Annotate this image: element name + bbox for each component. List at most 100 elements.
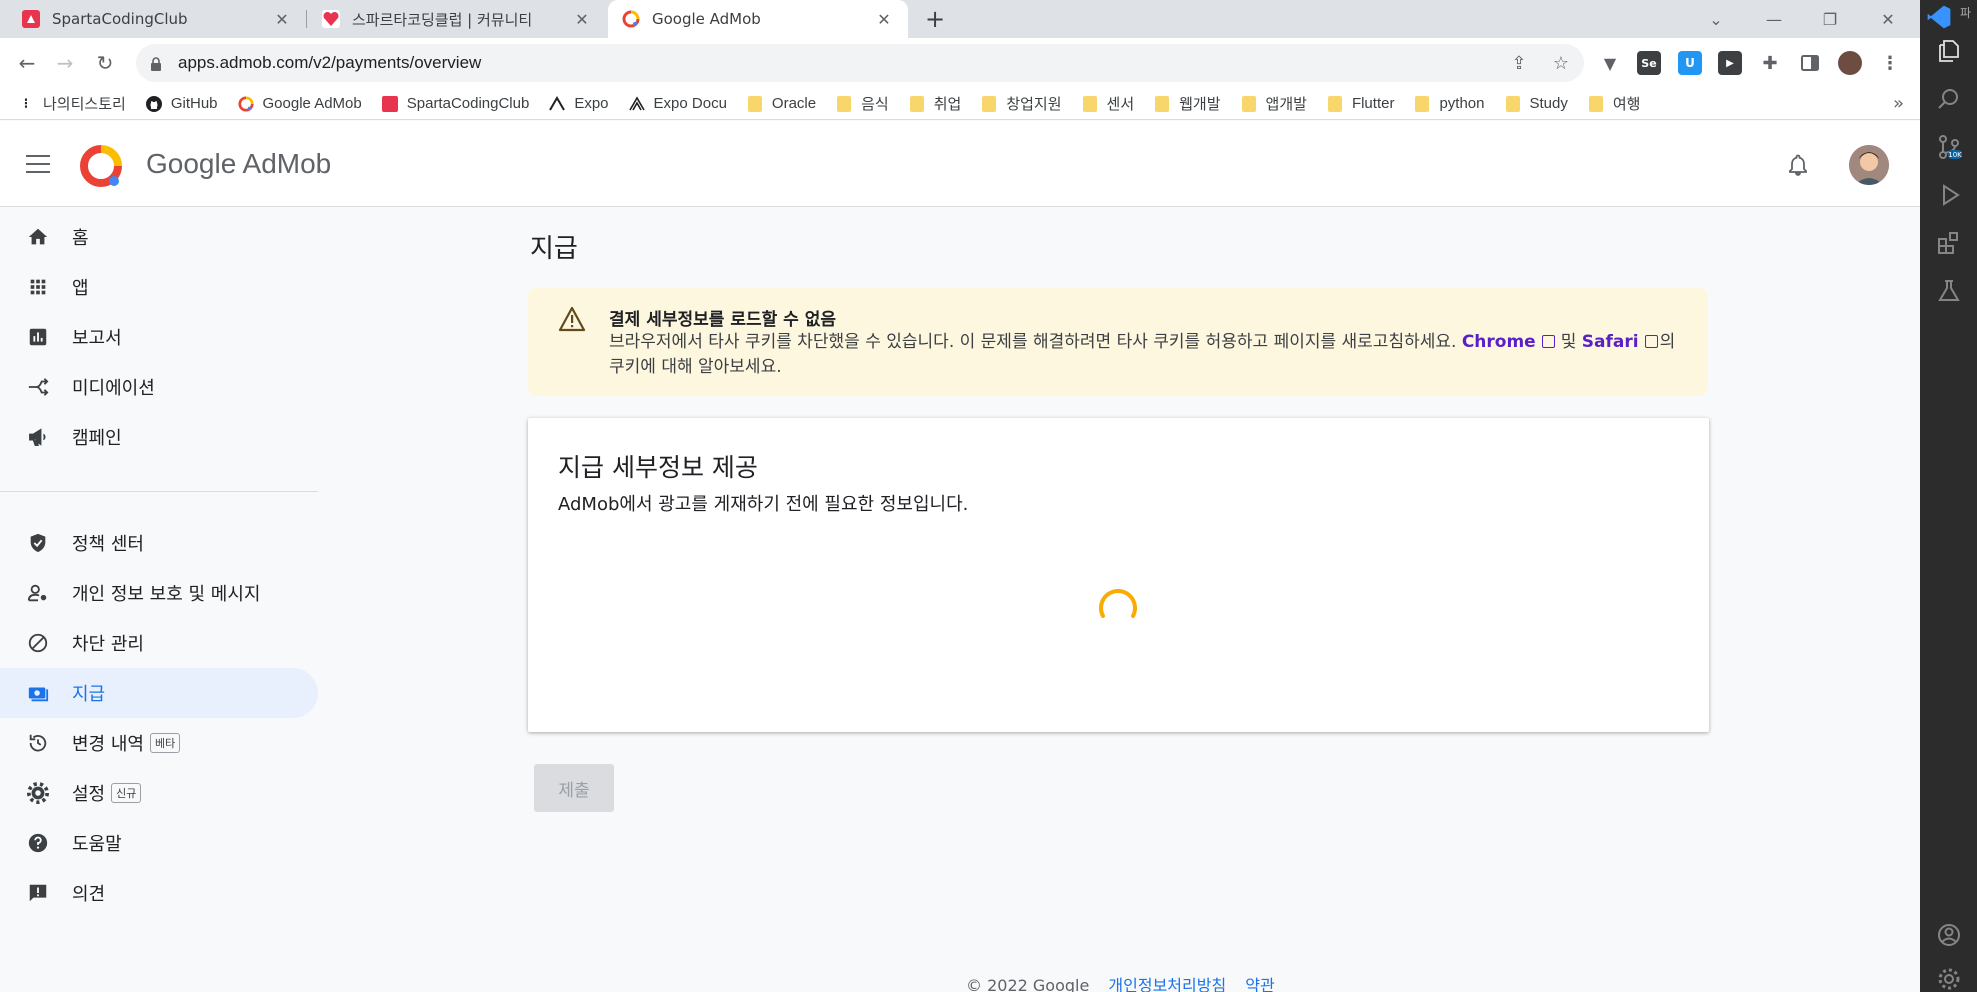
safari-link[interactable]: Safari [1582,332,1639,352]
media-extension-icon[interactable]: ▶ [1718,51,1742,75]
bookmark-folder[interactable]: 웹개발 [1154,93,1221,114]
nav-item-home[interactable]: 홈 [0,212,318,262]
bookmark-folder[interactable]: Oracle [747,95,816,112]
forward-arrow-icon[interactable]: → [48,46,82,80]
person-settings-icon [26,581,50,605]
reload-icon[interactable]: ↻ [88,46,122,80]
nav-item-block[interactable]: 차단 관리 [0,618,318,668]
nav-item-help[interactable]: 도움말 [0,818,318,868]
vuetify-extension-icon[interactable]: ▼ [1598,51,1622,75]
submit-button[interactable]: 제출 [534,764,614,812]
folder-icon [1588,95,1604,112]
extensions-puzzle-icon[interactable]: ✚ [1758,51,1782,75]
bookmark-label: python [1439,95,1485,112]
privacy-link[interactable]: 개인정보처리방침 [1108,976,1226,992]
bookmark-tistory[interactable]: ⁝ 나의티스토리 [18,93,126,114]
notifications-bell-icon[interactable] [1786,153,1810,177]
vscode-activity-bar: 파 10K [1920,0,1977,992]
bookmark-expo[interactable]: Expo [549,95,609,112]
bookmark-label: Expo Docu [653,95,727,112]
browser-tab-strip: SpartaCodingClub ✕ 스파르타코딩클럽 | 커뮤니티 ✕ Goo… [0,0,1920,38]
nav-item-gear[interactable]: 설정 신규 [0,768,318,818]
share-icon[interactable]: ⇪ [1508,52,1530,74]
more-bookmarks-icon[interactable]: » [1893,93,1904,114]
close-tab-icon[interactable]: ✕ [572,9,592,29]
github-icon [145,95,162,112]
bookmark-star-icon[interactable]: ☆ [1550,52,1572,74]
bookmark-expo-docs[interactable]: Expo Docu [628,95,727,112]
block-icon [26,631,50,655]
back-arrow-icon[interactable]: ← [10,46,44,80]
u-extension-icon[interactable]: U [1678,51,1702,75]
testing-flask-icon[interactable] [1936,278,1962,304]
bookmark-label: GitHub [170,95,218,112]
new-tab-button[interactable]: + [920,4,950,34]
sparta-favicon-icon [22,10,40,28]
payments-icon [26,681,50,705]
restore-icon[interactable]: ❐ [1802,0,1858,38]
bookmark-folder[interactable]: python [1414,95,1485,112]
nav-item-apps-grid[interactable]: 앱 [0,262,318,312]
browser-tab-sparta[interactable]: SpartaCodingClub ✕ [0,0,306,38]
home-icon [26,225,50,249]
search-icon[interactable] [1936,86,1962,112]
user-avatar[interactable] [1849,145,1889,185]
close-window-icon[interactable]: ✕ [1860,0,1916,38]
bookmark-label: 여행 [1612,96,1641,113]
side-panel-icon[interactable] [1798,51,1822,75]
bookmark-folder[interactable]: 음식 [836,93,889,114]
bookmark-folder[interactable]: 취업 [909,93,961,114]
mediation-icon [26,375,50,399]
nav-item-bar-chart[interactable]: 보고서 [0,312,318,362]
nav-divider [0,491,318,492]
bookmark-folder[interactable]: 창업지원 [981,93,1062,114]
bookmark-folder[interactable]: 앱개발 [1241,93,1307,114]
bookmark-label: Flutter [1351,95,1395,112]
terms-link[interactable]: 약관 [1245,976,1274,992]
explorer-files-icon[interactable] [1936,38,1962,64]
nav-item-label: 변경 내역 [72,734,144,755]
bookmark-folder[interactable]: Flutter [1327,95,1395,112]
history-icon [26,731,50,755]
hamburger-menu-icon[interactable] [26,155,50,173]
address-bar[interactable]: apps.admob.com/v2/payments/overview [136,44,1584,82]
profile-avatar-icon[interactable] [1838,51,1862,75]
bar-chart-icon [26,325,50,349]
bookmark-folder[interactable]: 여행 [1588,93,1641,114]
nav-item-mediation[interactable]: 미디에이션 [0,362,318,412]
manage-gear-icon[interactable] [1936,966,1962,992]
nav-item-label: 홈 [72,228,89,249]
bookmark-folder[interactable]: Study [1505,95,1568,112]
close-tab-icon[interactable]: ✕ [874,9,894,29]
source-control-icon[interactable]: 10K [1936,134,1962,160]
run-debug-icon[interactable] [1936,182,1962,208]
nav-item-payments[interactable]: 지급 [0,668,318,718]
tab-search-icon[interactable]: ⌄ [1688,0,1744,38]
nav-item-label: 차단 관리 [72,634,144,655]
nav-item-history[interactable]: 변경 내역 베타 [0,718,318,768]
browser-tab-admob[interactable]: Google AdMob ✕ [608,0,908,38]
nav-item-feedback[interactable]: 의견 [0,868,318,918]
bookmark-sparta[interactable]: SpartaCodingClub [381,95,529,112]
feedback-icon [26,881,50,905]
nav-item-megaphone[interactable]: 캠페인 [0,412,318,462]
bookmark-admob[interactable]: Google AdMob [237,95,362,112]
selenium-extension-icon[interactable]: Se [1637,51,1661,75]
nav-item-person-settings[interactable]: 개인 정보 보호 및 메시지 [0,568,318,618]
expo-icon [549,95,566,112]
vscode-logo-icon [1926,4,1951,29]
source-control-badge: 10K [1948,151,1962,159]
menu-kebab-icon[interactable]: ⋮ [1878,51,1902,75]
loading-spinner-icon [1095,586,1141,632]
browser-tab-community[interactable]: 스파르타코딩클럽 | 커뮤니티 ✕ [300,0,606,38]
bookmark-github[interactable]: GitHub [145,95,218,112]
extensions-icon[interactable] [1936,230,1962,256]
nav-item-shield-check[interactable]: 정책 센터 [0,518,318,568]
accounts-icon[interactable] [1936,922,1962,948]
minimize-icon[interactable]: — [1746,0,1802,38]
bookmark-folder[interactable]: 센서 [1082,93,1134,114]
tab-title: Google AdMob [652,10,761,28]
close-tab-icon[interactable]: ✕ [272,9,292,29]
chrome-link[interactable]: Chrome [1462,332,1536,352]
bookmark-label: 웹개발 [1179,96,1221,113]
